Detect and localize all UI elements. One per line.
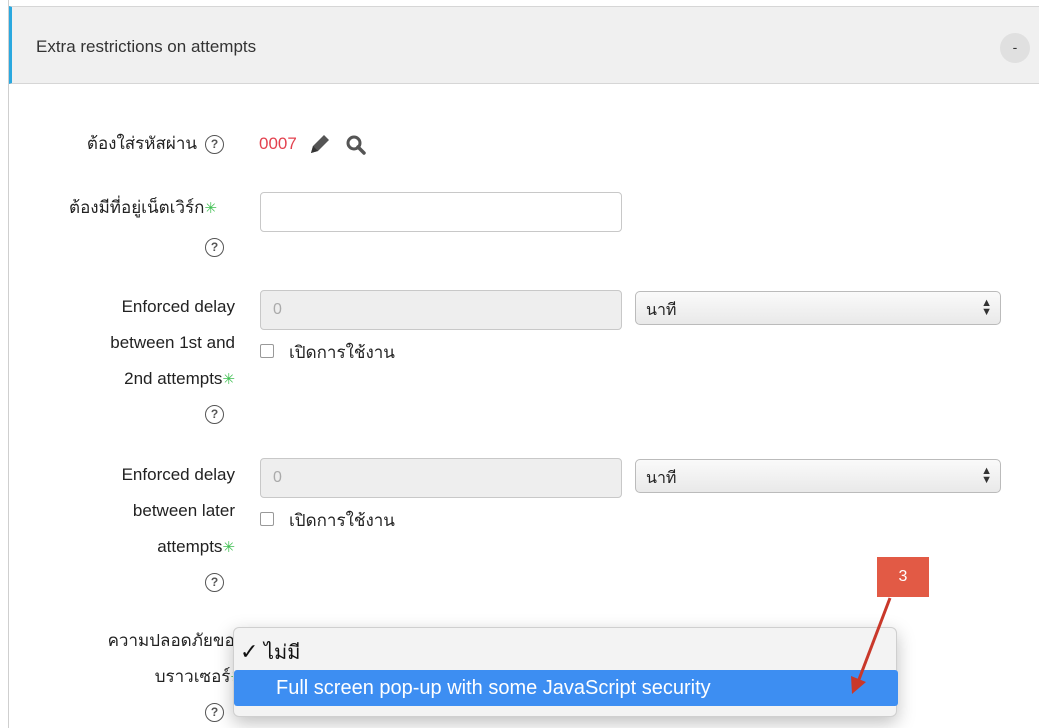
delay1-enable-checkbox[interactable] <box>260 344 274 358</box>
delay2-unit-select[interactable]: นาที ▲ ▼ <box>635 459 1001 493</box>
delay1-unit-value: นาที <box>646 302 677 319</box>
help-icon[interactable]: ? <box>205 405 224 424</box>
pencil-icon[interactable] <box>307 131 333 162</box>
browser-security-label: ความปลอดภัยของ บราวเซอร์✳ <box>29 623 243 696</box>
delay1-unit-select[interactable]: นาที ▲ ▼ <box>635 291 1001 325</box>
search-icon[interactable] <box>345 134 367 161</box>
delay1-label-line3: 2nd attempts✳ <box>29 361 235 398</box>
section-header[interactable]: Extra restrictions on attempts - <box>9 6 1039 84</box>
delay1-label: Enforced delay between 1st and 2nd attem… <box>29 289 235 398</box>
delay1-label-line3-text: 2nd attempts <box>124 369 223 388</box>
browser-security-dropdown[interactable]: ✓ ไม่มี Full screen pop-up with some Jav… <box>233 627 898 717</box>
network-address-input[interactable] <box>260 192 622 232</box>
help-icon[interactable]: ? <box>205 135 224 154</box>
help-icon[interactable]: ? <box>205 573 224 592</box>
required-asterisk-icon: ✳ <box>222 371 235 388</box>
delay2-label-line1: Enforced delay <box>121 465 235 484</box>
delay1-enable-label[interactable]: เปิดการใช้งาน <box>289 339 395 366</box>
network-label: ต้องมีที่อยู่เน็ตเวิร์ก✳ <box>19 191 217 226</box>
required-asterisk-icon: ✳ <box>204 200 217 217</box>
delay1-label-line1: Enforced delay <box>121 297 235 316</box>
delay2-label-line3: attempts✳ <box>29 529 235 566</box>
help-icon[interactable]: ? <box>205 703 224 722</box>
dropdown-option-fullscreen-popup[interactable]: Full screen pop-up with some JavaScript … <box>234 670 898 706</box>
delay1-label-line2: between 1st and <box>110 333 235 352</box>
required-asterisk-icon: ✳ <box>222 539 235 556</box>
delay1-input[interactable] <box>260 290 622 330</box>
delay2-enable-checkbox[interactable] <box>260 512 274 526</box>
delay2-unit-value: นาที <box>646 470 677 487</box>
help-icon[interactable]: ? <box>205 238 224 257</box>
browser-security-label-line2-text: บราวเซอร์ <box>154 667 231 686</box>
delay2-enable-label[interactable]: เปิดการใช้งาน <box>289 507 395 534</box>
delay2-label: Enforced delay between later attempts✳ <box>29 457 235 566</box>
delay2-label-line3-text: attempts <box>157 537 223 556</box>
section-title: Extra restrictions on attempts <box>36 37 257 56</box>
dropdown-option-none[interactable]: ✓ ไม่มี <box>234 634 898 670</box>
network-label-text: ต้องมีที่อยู่เน็ตเวิร์ก <box>69 198 205 217</box>
password-value: 0007 <box>259 134 297 153</box>
browser-security-label-line2: บราวเซอร์✳ <box>29 659 243 696</box>
password-label: ต้องใส่รหัสผ่าน <box>86 134 197 153</box>
select-arrows-icon: ▲ ▼ <box>981 465 992 486</box>
dropdown-option-none-label: ไม่มี <box>264 642 301 664</box>
delay2-input[interactable] <box>260 458 622 498</box>
dropdown-option-fullscreen-label: Full screen pop-up with some JavaScript … <box>276 677 711 699</box>
checkmark-icon: ✓ <box>240 639 259 664</box>
browser-security-label-line1: ความปลอดภัยของ <box>107 631 243 650</box>
annotation-arrow-icon <box>851 597 892 694</box>
collapse-button[interactable]: - <box>1000 33 1030 63</box>
select-arrows-icon: ▲ ▼ <box>981 297 992 318</box>
delay2-label-line2: between later <box>132 501 235 520</box>
